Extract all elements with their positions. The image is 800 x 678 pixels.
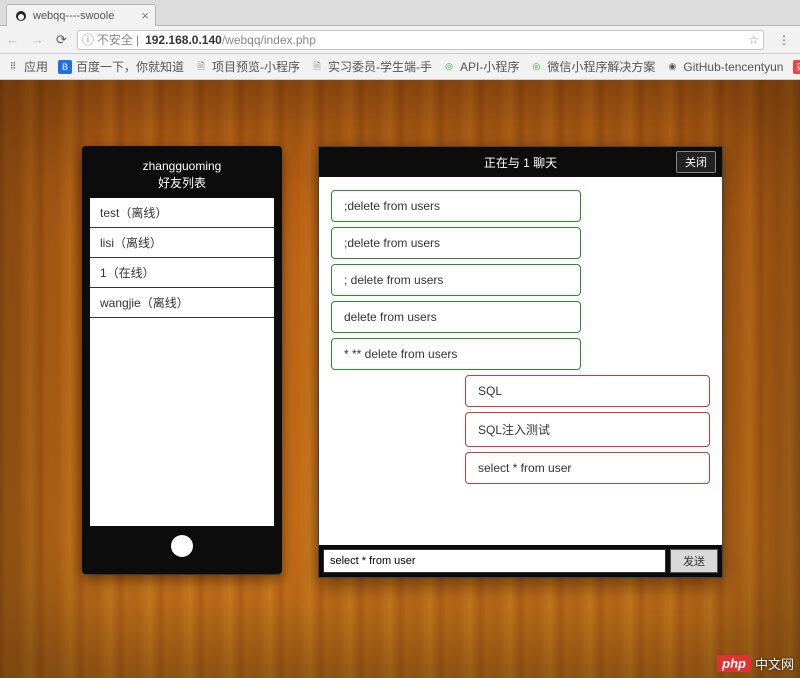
- bookmark-item[interactable]: 🗎项目预览-小程序: [194, 58, 300, 75]
- site-icon: 实: [793, 60, 800, 74]
- watermark: php 中文网: [717, 654, 794, 673]
- friend-list-panel: zhangguoming 好友列表 test（离线） lisi（离线） 1（在线…: [82, 146, 282, 574]
- watermark-brand: php: [717, 655, 751, 672]
- phone-home-bar: [90, 526, 274, 566]
- friend-list-item[interactable]: wangjie（离线）: [90, 288, 274, 318]
- bookmark-item[interactable]: B百度一下，你就知道: [58, 58, 184, 75]
- watermark-text: 中文网: [755, 654, 794, 673]
- close-chat-button[interactable]: 关闭: [676, 151, 716, 173]
- send-button[interactable]: 发送: [670, 549, 718, 573]
- bookmark-apps[interactable]: ⠿ 应用: [6, 58, 48, 75]
- penguin-icon: [15, 10, 27, 22]
- chat-message-outgoing: SQL注入测试: [465, 412, 710, 447]
- friend-list-item[interactable]: test（离线）: [90, 198, 274, 228]
- tab-bar: webqq----swoole ×: [0, 0, 800, 26]
- chat-message-incoming: * ** delete from users: [331, 338, 581, 370]
- chat-message-incoming: ;delete from users: [331, 227, 581, 259]
- chat-message-list[interactable]: ;delete from users ;delete from users ; …: [319, 177, 722, 545]
- chat-input-bar: 发送: [319, 545, 722, 577]
- reload-button[interactable]: ⟳: [56, 32, 67, 48]
- home-button-icon[interactable]: [171, 535, 193, 557]
- friend-list-item[interactable]: lisi（离线）: [90, 228, 274, 258]
- chat-message-outgoing: select * from user: [465, 452, 710, 484]
- site-icon: B: [58, 60, 72, 74]
- username-label: zhangguoming: [90, 158, 274, 175]
- apps-icon: ⠿: [6, 60, 20, 74]
- friend-list: test（离线） lisi（离线） 1（在线） wangjie（离线）: [90, 198, 274, 526]
- back-button[interactable]: ←: [6, 32, 19, 48]
- tab-title: webqq----swoole: [33, 10, 114, 22]
- address-bar[interactable]: ⓘ 不安全 | 192.168.0.140/webqq/index.php ☆: [77, 30, 764, 50]
- bookmark-item[interactable]: ◉GitHub-tencentyun: [665, 60, 783, 74]
- chat-header: 正在与 1 聊天 关闭: [319, 147, 722, 177]
- chat-title: 正在与 1 聊天: [484, 154, 557, 171]
- bookmarks-bar: ⠿ 应用 B百度一下，你就知道 🗎项目预览-小程序 🗎实习委员-学生端-手 ◎A…: [0, 54, 800, 80]
- url-path: /webqq/index.php: [222, 33, 316, 47]
- chat-message-incoming: ;delete from users: [331, 190, 581, 222]
- bookmark-item[interactable]: ◎API-小程序: [442, 58, 519, 75]
- friend-list-item[interactable]: 1（在线）: [90, 258, 274, 288]
- tab[interactable]: webqq----swoole ×: [6, 4, 156, 26]
- chat-message-outgoing: SQL: [465, 375, 710, 407]
- forward-button[interactable]: →: [31, 32, 44, 48]
- wechat-icon: ◎: [529, 60, 543, 74]
- wechat-icon: ◎: [442, 60, 456, 74]
- url-security-label: 不安全: [97, 31, 133, 48]
- chat-input[interactable]: [323, 549, 666, 573]
- chat-message-incoming: delete from users: [331, 301, 581, 333]
- file-icon: 🗎: [310, 60, 324, 74]
- url-bar: ← → ⟳ ⓘ 不安全 | 192.168.0.140/webqq/index.…: [0, 26, 800, 54]
- friend-list-header: zhangguoming 好友列表: [90, 154, 274, 198]
- friend-list-title: 好友列表: [90, 175, 274, 192]
- info-icon: ⓘ: [82, 31, 94, 48]
- url-host: 192.168.0.140: [145, 33, 222, 47]
- bookmark-item[interactable]: 实实习生-实习生-最教: [793, 58, 800, 75]
- chat-window: 正在与 1 聊天 关闭 ;delete from users ;delete f…: [318, 146, 723, 578]
- overflow-menu-icon[interactable]: ⋮: [774, 33, 794, 47]
- page-viewport: zhangguoming 好友列表 test（离线） lisi（离线） 1（在线…: [0, 80, 800, 678]
- chat-message-incoming: ; delete from users: [331, 264, 581, 296]
- bookmark-item[interactable]: 🗎实习委员-学生端-手: [310, 58, 432, 75]
- file-icon: 🗎: [194, 60, 208, 74]
- bookmark-item[interactable]: ◎微信小程序解决方案: [529, 58, 655, 75]
- github-icon: ◉: [665, 60, 679, 74]
- bookmark-star-icon[interactable]: ☆: [748, 33, 759, 47]
- close-tab-icon[interactable]: ×: [141, 8, 149, 23]
